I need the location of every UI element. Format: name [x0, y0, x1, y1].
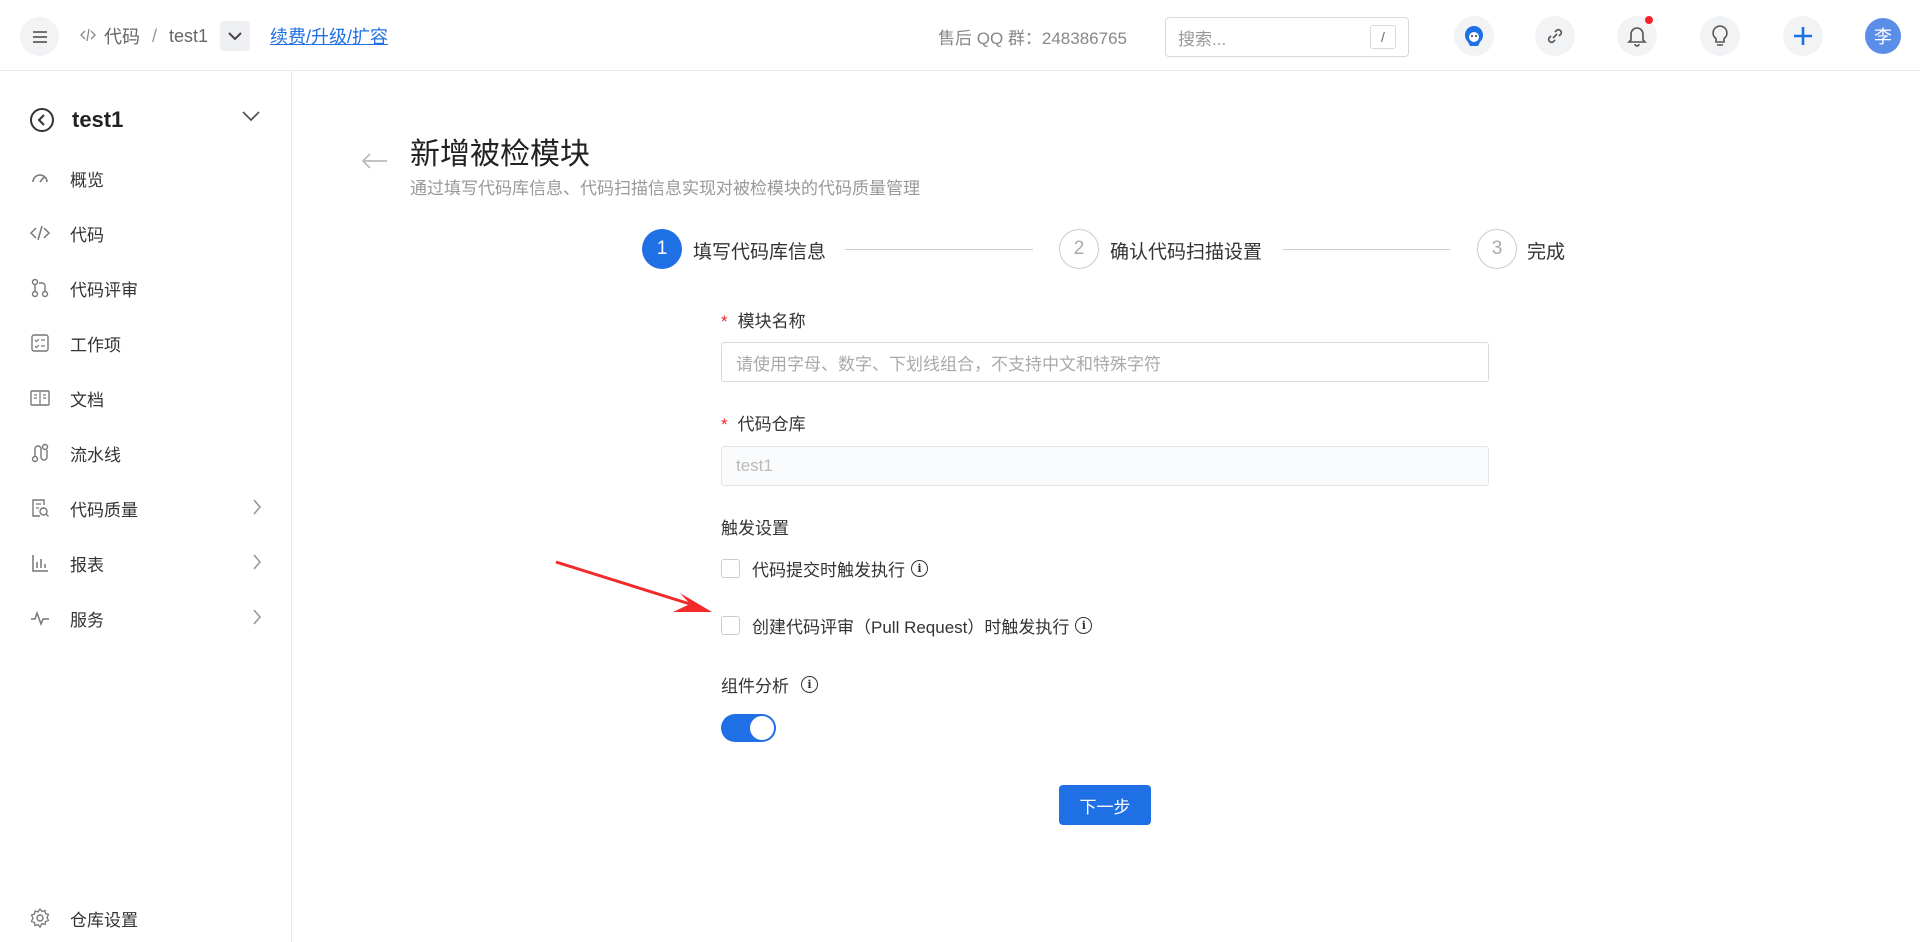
component-analysis-heading: 组件分析 i [721, 672, 818, 696]
step-1-indicator: 1 [642, 229, 682, 269]
sidebar-item-label: 报表 [70, 555, 104, 575]
module-name-input[interactable]: 请使用字母、数字、下划线组合，不支持中文和特殊字符 [721, 342, 1489, 382]
repo-label-text: 代码仓库 [737, 415, 806, 434]
chevron-right-icon [252, 553, 262, 576]
repo-value: test1 [736, 456, 773, 475]
sidebar-item-label: 代码 [70, 225, 104, 245]
sidebar-item-label: 代码质量 [70, 500, 138, 520]
document-icon [30, 388, 50, 408]
required-mark: * [721, 312, 728, 331]
step-3-indicator: 3 [1477, 229, 1517, 269]
sidebar-item-work-items[interactable]: 工作项 [30, 328, 262, 358]
sidebar-item-label: 服务 [70, 610, 104, 630]
chevron-down-icon[interactable] [220, 21, 251, 51]
trigger-settings-heading: 触发设置 [721, 519, 789, 538]
merge-request-icon [30, 278, 50, 298]
trigger-commit-label: 代码提交时触发执行 [752, 560, 905, 580]
notification-dot [1645, 16, 1653, 24]
sidebar-item-label: 流水线 [70, 445, 121, 465]
project-name: test1 [72, 107, 124, 132]
checklist-icon [30, 333, 50, 353]
page-subtitle: 通过填写代码库信息、代码扫描信息实现对被检模块的代码质量管理 [410, 179, 920, 198]
breadcrumb-repo[interactable]: test1 [169, 26, 208, 47]
step-1-label: 填写代码库信息 [693, 242, 827, 263]
component-analysis-toggle[interactable] [721, 714, 776, 742]
trigger-commit-checkbox[interactable] [721, 558, 740, 578]
bar-chart-icon [30, 553, 50, 573]
sidebar-item-code-review[interactable]: 代码评审 [30, 273, 262, 303]
link-icon[interactable] [1535, 16, 1575, 56]
chevron-right-icon [252, 498, 262, 521]
top-header: 代码 / test1 续费/升级/扩容 售后 QQ 群：248386765 搜索… [0, 0, 1920, 71]
mascot-icon[interactable] [1454, 16, 1494, 56]
renew-upgrade-link[interactable]: 续费/升级/扩容 [270, 23, 388, 49]
bell-icon[interactable] [1617, 16, 1657, 56]
sidebar: test1 概览 代码 代码评审 工作项 文档 流水线 代码质量 报表 服务 仓… [0, 71, 292, 942]
pulse-icon [30, 608, 50, 628]
info-icon[interactable]: i [801, 675, 818, 693]
trigger-pr-label: 创建代码评审（Pull Request）时触发执行 [752, 617, 1070, 637]
info-icon[interactable]: i [911, 559, 928, 577]
search-input[interactable]: 搜索... / [1165, 17, 1409, 57]
info-icon[interactable]: i [1075, 616, 1093, 634]
quality-scan-icon [30, 498, 50, 518]
page-title: 新增被检模块 [410, 138, 590, 171]
avatar[interactable]: 李 [1865, 18, 1901, 54]
breadcrumb-root[interactable]: 代码 [104, 23, 140, 49]
step-2-indicator: 2 [1059, 229, 1099, 269]
gauge-icon [30, 168, 50, 188]
repo-label: * 代码仓库 [721, 410, 806, 435]
step-connector [845, 249, 1033, 250]
repo-field: test1 [721, 446, 1489, 486]
sidebar-item-code[interactable]: 代码 [30, 218, 262, 248]
sidebar-item-docs[interactable]: 文档 [30, 383, 262, 413]
menu-icon[interactable] [20, 17, 59, 56]
pipeline-icon [30, 443, 50, 463]
trigger-pr-checkbox[interactable] [721, 615, 740, 635]
required-mark: * [721, 415, 728, 434]
breadcrumb-separator: / [152, 25, 158, 46]
lightbulb-icon[interactable] [1700, 16, 1740, 56]
step-3-label: 完成 [1527, 242, 1566, 263]
gear-icon [30, 908, 50, 928]
module-name-label-text: 模块名称 [737, 312, 806, 331]
search-placeholder: 搜索... [1178, 29, 1227, 49]
chevron-right-icon [252, 608, 262, 631]
module-name-label: * 模块名称 [721, 307, 806, 332]
code-icon [30, 223, 50, 243]
step-2-label: 确认代码扫描设置 [1110, 242, 1263, 263]
trigger-commit-option[interactable]: 代码提交时触发执行 i [721, 556, 928, 580]
sidebar-item-label: 工作项 [70, 335, 121, 355]
sidebar-item-label: 文档 [70, 390, 104, 410]
toggle-knob [750, 716, 774, 740]
search-shortcut-key: / [1370, 25, 1396, 49]
sidebar-item-label: 概览 [70, 170, 104, 190]
code-icon [80, 28, 96, 45]
next-step-button[interactable]: 下一步 [1059, 785, 1151, 825]
project-switcher[interactable]: test1 [30, 105, 260, 135]
sidebar-item-services[interactable]: 服务 [30, 603, 262, 633]
sidebar-item-code-quality[interactable]: 代码质量 [30, 493, 262, 523]
back-circle-icon[interactable] [30, 108, 54, 132]
trigger-pr-option[interactable]: 创建代码评审（Pull Request）时触发执行 i [721, 613, 1093, 637]
sidebar-item-overview[interactable]: 概览 [30, 163, 262, 193]
sidebar-item-label: 代码评审 [70, 280, 138, 300]
main-content: 新增被检模块 通过填写代码库信息、代码扫描信息实现对被检模块的代码质量管理 1 … [292, 71, 1920, 942]
sidebar-item-label: 仓库设置 [70, 910, 138, 930]
chevron-down-icon[interactable] [242, 109, 260, 127]
qq-group-text: 售后 QQ 群：248386765 [938, 29, 1127, 48]
sidebar-item-reports[interactable]: 报表 [30, 548, 262, 578]
breadcrumb: 代码 / test1 续费/升级/扩容 [80, 21, 388, 51]
step-connector [1283, 249, 1450, 250]
component-analysis-label: 组件分析 [721, 676, 789, 696]
sidebar-item-repo-settings[interactable]: 仓库设置 [30, 903, 262, 933]
back-arrow-icon[interactable] [361, 153, 388, 174]
plus-icon[interactable] [1783, 16, 1823, 56]
sidebar-item-pipeline[interactable]: 流水线 [30, 438, 262, 468]
module-name-placeholder: 请使用字母、数字、下划线组合，不支持中文和特殊字符 [736, 354, 1161, 374]
